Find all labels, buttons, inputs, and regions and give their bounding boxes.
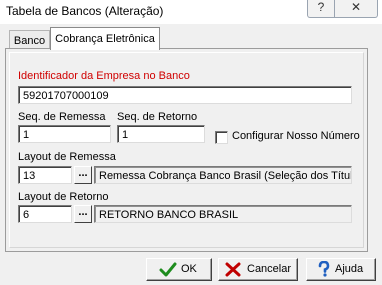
help-question-icon — [318, 261, 330, 277]
layout-remessa-label: Layout de Remessa — [18, 151, 116, 163]
close-button[interactable]: ✕ — [334, 0, 378, 18]
layout-remessa-lookup-button[interactable]: ... — [74, 166, 92, 184]
title-bar: Tabela de Bancos (Alteração) ? ✕ — [0, 0, 382, 24]
cancel-button[interactable]: Cancelar — [218, 258, 298, 281]
layout-remessa-code-field[interactable]: 13 — [18, 166, 72, 184]
empresa-label: Identificador da Empresa no Banco — [18, 70, 190, 82]
tab-cobranca-eletronica[interactable]: Cobrança Eletrônica — [50, 27, 160, 50]
ok-label: OK — [181, 263, 197, 275]
seq-retorno-label: Seq. de Retorno — [117, 111, 198, 123]
dialog-window: Tabela de Bancos (Alteração) ? ✕ Banco C… — [0, 0, 382, 285]
seq-remessa-field[interactable]: 1 — [18, 125, 111, 143]
checkmark-icon — [159, 262, 177, 277]
help-button[interactable]: Ajuda — [306, 258, 376, 281]
ok-button[interactable]: OK — [146, 258, 212, 281]
window-title: Tabela de Bancos (Alteração) — [6, 4, 164, 18]
empresa-id-field[interactable]: 59201707000109 — [18, 86, 352, 104]
configurar-nosso-numero-checkbox[interactable] — [215, 131, 228, 144]
help-title-button[interactable]: ? — [307, 0, 335, 18]
seq-remessa-label: Seq. de Remessa — [18, 111, 106, 123]
help-label: Ajuda — [335, 263, 364, 275]
layout-remessa-description: Remessa Cobrança Banco Brasil (Seleção d… — [94, 166, 352, 184]
configurar-nosso-numero-label: Configurar Nosso Número — [232, 130, 360, 142]
cancel-x-icon — [225, 262, 241, 277]
cancel-label: Cancelar — [247, 263, 292, 275]
layout-retorno-label: Layout de Retorno — [18, 191, 109, 203]
seq-retorno-field[interactable]: 1 — [117, 125, 205, 143]
layout-retorno-description: RETORNO BANCO BRASIL — [94, 205, 352, 223]
layout-retorno-code-field[interactable]: 6 — [18, 205, 72, 223]
layout-retorno-lookup-button[interactable]: ... — [74, 205, 92, 223]
